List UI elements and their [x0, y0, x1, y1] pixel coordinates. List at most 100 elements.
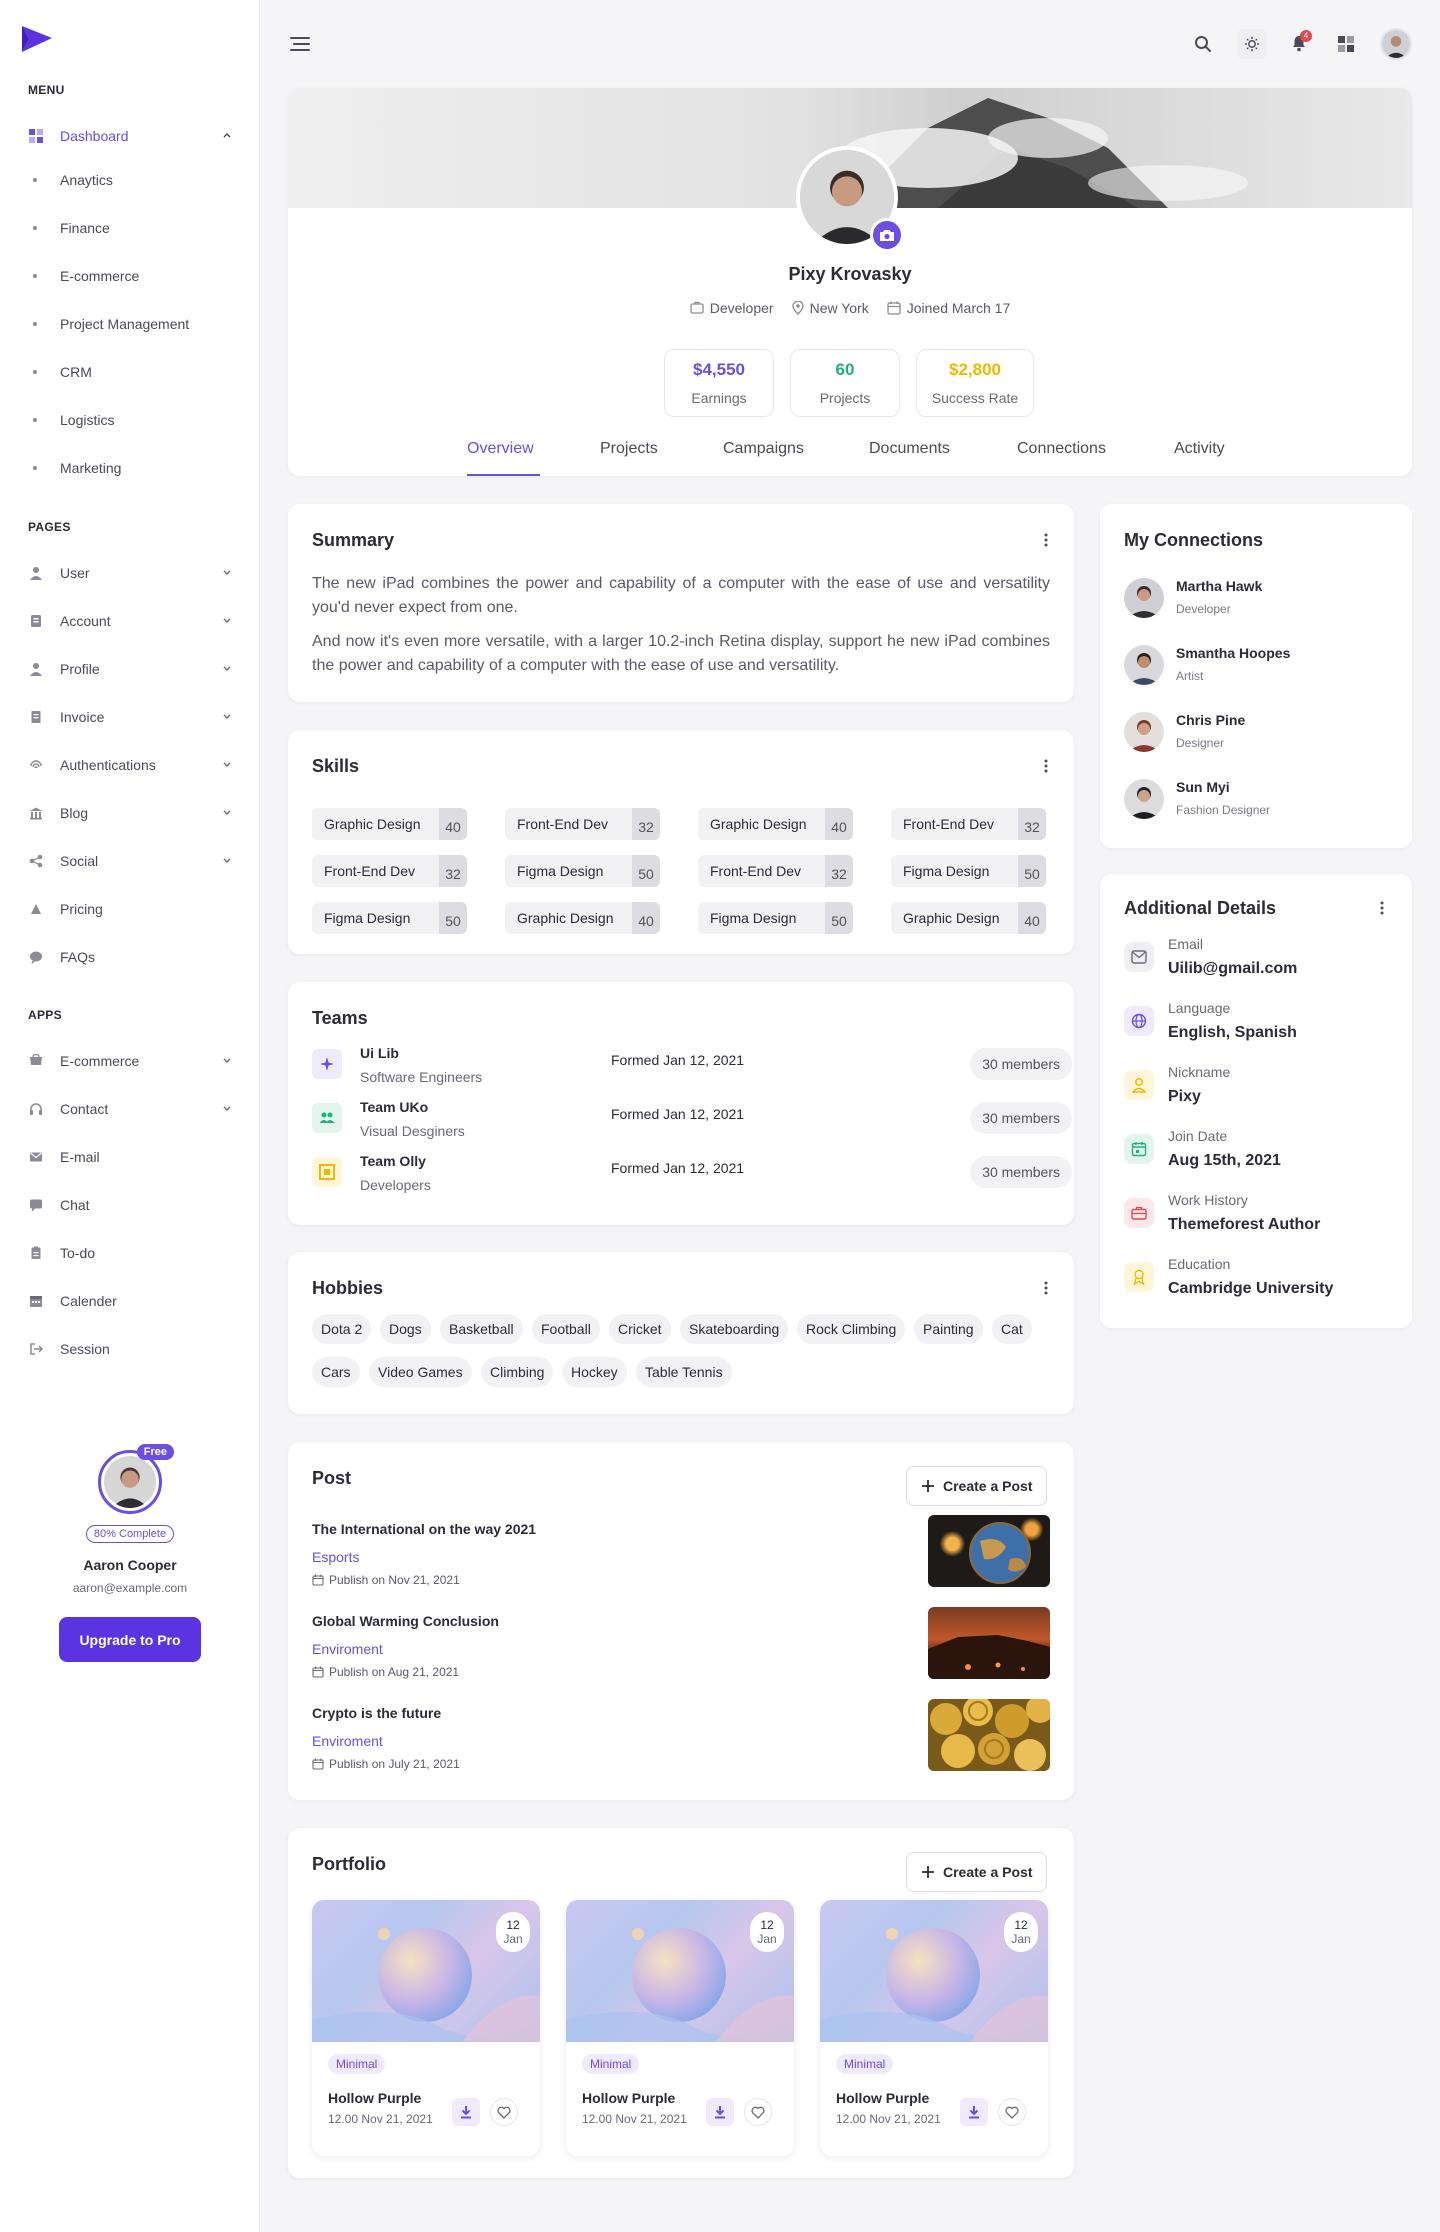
sidebar-item-e-commerce[interactable]: E-commerce: [0, 1041, 260, 1081]
search-icon[interactable]: [1194, 35, 1212, 53]
stat-projects: 60 Projects: [790, 349, 900, 417]
team-row[interactable]: Team Olly Developers Formed Jan 12, 2021…: [312, 1153, 1072, 1207]
skill-chip: Graphic Design 40: [698, 808, 853, 840]
sidebar-subitem-finance[interactable]: Finance: [0, 208, 260, 248]
tab-projects[interactable]: Projects: [600, 440, 658, 458]
sidebar-subitem-anaytics[interactable]: Anaytics: [0, 160, 260, 200]
upgrade-button[interactable]: Upgrade to Pro: [59, 1617, 201, 1662]
more-options-icon[interactable]: [1038, 758, 1054, 774]
portfolio-date: 12.00 Nov 21, 2021: [328, 2112, 433, 2126]
team-row[interactable]: Team UKo Visual Desginers Formed Jan 12,…: [312, 1099, 1072, 1153]
sidebar-item-profile[interactable]: Profile: [0, 649, 260, 689]
post-item[interactable]: Crypto is the future Enviroment Publish …: [312, 1699, 1050, 1781]
tab-activity[interactable]: Activity: [1174, 440, 1225, 458]
date-day: 12: [506, 1918, 520, 1932]
sidebar-subitem-crm[interactable]: CRM: [0, 352, 260, 392]
sidebar-item-session[interactable]: Session: [0, 1329, 260, 1369]
favorite-button[interactable]: [998, 2098, 1026, 2126]
more-options-icon[interactable]: [1038, 532, 1054, 548]
connection-item[interactable]: Chris Pine Designer: [1124, 710, 1424, 754]
theme-toggle-button[interactable]: [1237, 29, 1267, 59]
sidebar-item-blog[interactable]: Blog: [0, 793, 260, 833]
portfolio-item[interactable]: 12 Jan Minimal Hollow Purple 12.00 Nov 21, 2…: [820, 1900, 1048, 2156]
post-thumbnail-landscape[interactable]: [928, 1607, 1050, 1679]
sidebar-item-to-do[interactable]: To-do: [0, 1233, 260, 1273]
tab-documents[interactable]: Documents: [869, 440, 950, 458]
change-photo-button[interactable]: [870, 218, 904, 252]
team-name: Ui Lib: [360, 1045, 399, 1061]
date-month: Jan: [757, 1932, 777, 1946]
logo-icon[interactable]: [20, 24, 54, 54]
sidebar-item-contact[interactable]: Contact: [0, 1089, 260, 1129]
portfolio-title: Portfolio: [312, 1854, 386, 1874]
sidebar-subitem-e-commerce[interactable]: E-commerce: [0, 256, 260, 296]
post-category[interactable]: Enviroment: [312, 1733, 383, 1749]
more-options-icon[interactable]: [1038, 1280, 1054, 1296]
team-formed: Formed Jan 12, 2021: [611, 1160, 745, 1176]
pricing-icon: [29, 902, 43, 916]
sidebar-subitem-logistics[interactable]: Logistics: [0, 400, 260, 440]
more-options-icon[interactable]: [1374, 900, 1390, 916]
sidebar-item-invoice[interactable]: Invoice: [0, 697, 260, 737]
skill-name: Graphic Design: [710, 816, 807, 832]
tab-campaigns[interactable]: Campaigns: [723, 440, 804, 458]
post-category[interactable]: Esports: [312, 1549, 359, 1565]
sidebar-item-account[interactable]: Account: [0, 601, 260, 641]
detail-key: Join Date: [1168, 1128, 1228, 1144]
post-item[interactable]: The International on the way 2021 Esport…: [312, 1515, 1050, 1597]
apps-grid-icon[interactable]: [1338, 36, 1354, 52]
skill-level: 32: [632, 808, 660, 840]
connection-item[interactable]: Smantha Hoopes Artist: [1124, 643, 1424, 687]
portfolio-item[interactable]: 12 Jan Minimal Hollow Purple 12.00 Nov 21, 2…: [566, 1900, 794, 2156]
user-avatar[interactable]: [1380, 28, 1412, 60]
sidebar-item-pricing[interactable]: Pricing: [0, 889, 260, 929]
sidebar-item-chat[interactable]: Chat: [0, 1185, 260, 1225]
sidebar-subitem-marketing[interactable]: Marketing: [0, 448, 260, 488]
calendar-icon: [887, 301, 901, 315]
favorite-button[interactable]: [744, 2098, 772, 2126]
post-item[interactable]: Global Warming Conclusion Enviroment Pub…: [312, 1607, 1050, 1689]
create-post-button[interactable]: Create a Post: [906, 1466, 1048, 1506]
sidebar-item-e-mail[interactable]: E-mail: [0, 1137, 260, 1177]
heart-icon: [1005, 2106, 1019, 2119]
connection-role: Designer: [1176, 736, 1225, 750]
detail-key: Nickname: [1168, 1064, 1231, 1080]
team-row[interactable]: Ui Lib Software Engineers Formed Jan 12,…: [312, 1045, 1072, 1099]
tab-overview[interactable]: Overview: [467, 440, 534, 458]
download-button[interactable]: [452, 2098, 480, 2126]
portfolio-date: 12.00 Nov 21, 2021: [836, 2112, 941, 2126]
hobby-chip: Video Games: [369, 1357, 472, 1387]
sidebar-item-social[interactable]: Social: [0, 841, 260, 881]
bullet: [33, 226, 37, 230]
portfolio-item[interactable]: 12 Jan Minimal Hollow Purple 12.00 Nov 21, 2…: [312, 1900, 540, 2156]
hobbies-title: Hobbies: [312, 1278, 384, 1298]
connection-role: Artist: [1176, 669, 1204, 683]
sidebar-subitem-project-management[interactable]: Project Management: [0, 304, 260, 344]
post-category[interactable]: Enviroment: [312, 1641, 383, 1657]
favorite-button[interactable]: [490, 2098, 518, 2126]
post-thumbnail-coins[interactable]: [928, 1699, 1050, 1771]
download-button[interactable]: [706, 2098, 734, 2126]
sidebar-item-label: Logistics: [60, 412, 115, 428]
bullet: [33, 466, 37, 470]
download-button[interactable]: [960, 2098, 988, 2126]
bullet: [33, 418, 37, 422]
profile-joined: Joined March 17: [906, 300, 1011, 316]
sidebar-item-user[interactable]: User: [0, 553, 260, 593]
create-post-button[interactable]: Create a Post: [906, 1852, 1048, 1892]
sidebar-item-label: Finance: [60, 220, 110, 236]
post-thumbnail-globe[interactable]: [928, 1515, 1050, 1587]
post-date-text: Publish on Aug 21, 2021: [329, 1665, 460, 1679]
tab-connections[interactable]: Connections: [1017, 440, 1106, 458]
menu-toggle-icon[interactable]: [290, 36, 310, 52]
hobby-chip: Climbing: [481, 1357, 554, 1387]
sidebar-item-calender[interactable]: Calender: [0, 1281, 260, 1321]
notification-button[interactable]: 4: [1290, 30, 1312, 54]
sidebar-item-authentications[interactable]: Authentications: [0, 745, 260, 785]
sidebar-item-faqs[interactable]: FAQs: [0, 937, 260, 977]
post-date-text: Publish on Nov 21, 2021: [329, 1573, 460, 1587]
connection-item[interactable]: Sun Myi Fashion Designer: [1124, 777, 1424, 821]
connection-item[interactable]: Martha Hawk Developer: [1124, 576, 1424, 620]
chevron-down-icon: [223, 714, 231, 719]
sidebar-item-dashboard[interactable]: Dashboard: [0, 116, 260, 156]
